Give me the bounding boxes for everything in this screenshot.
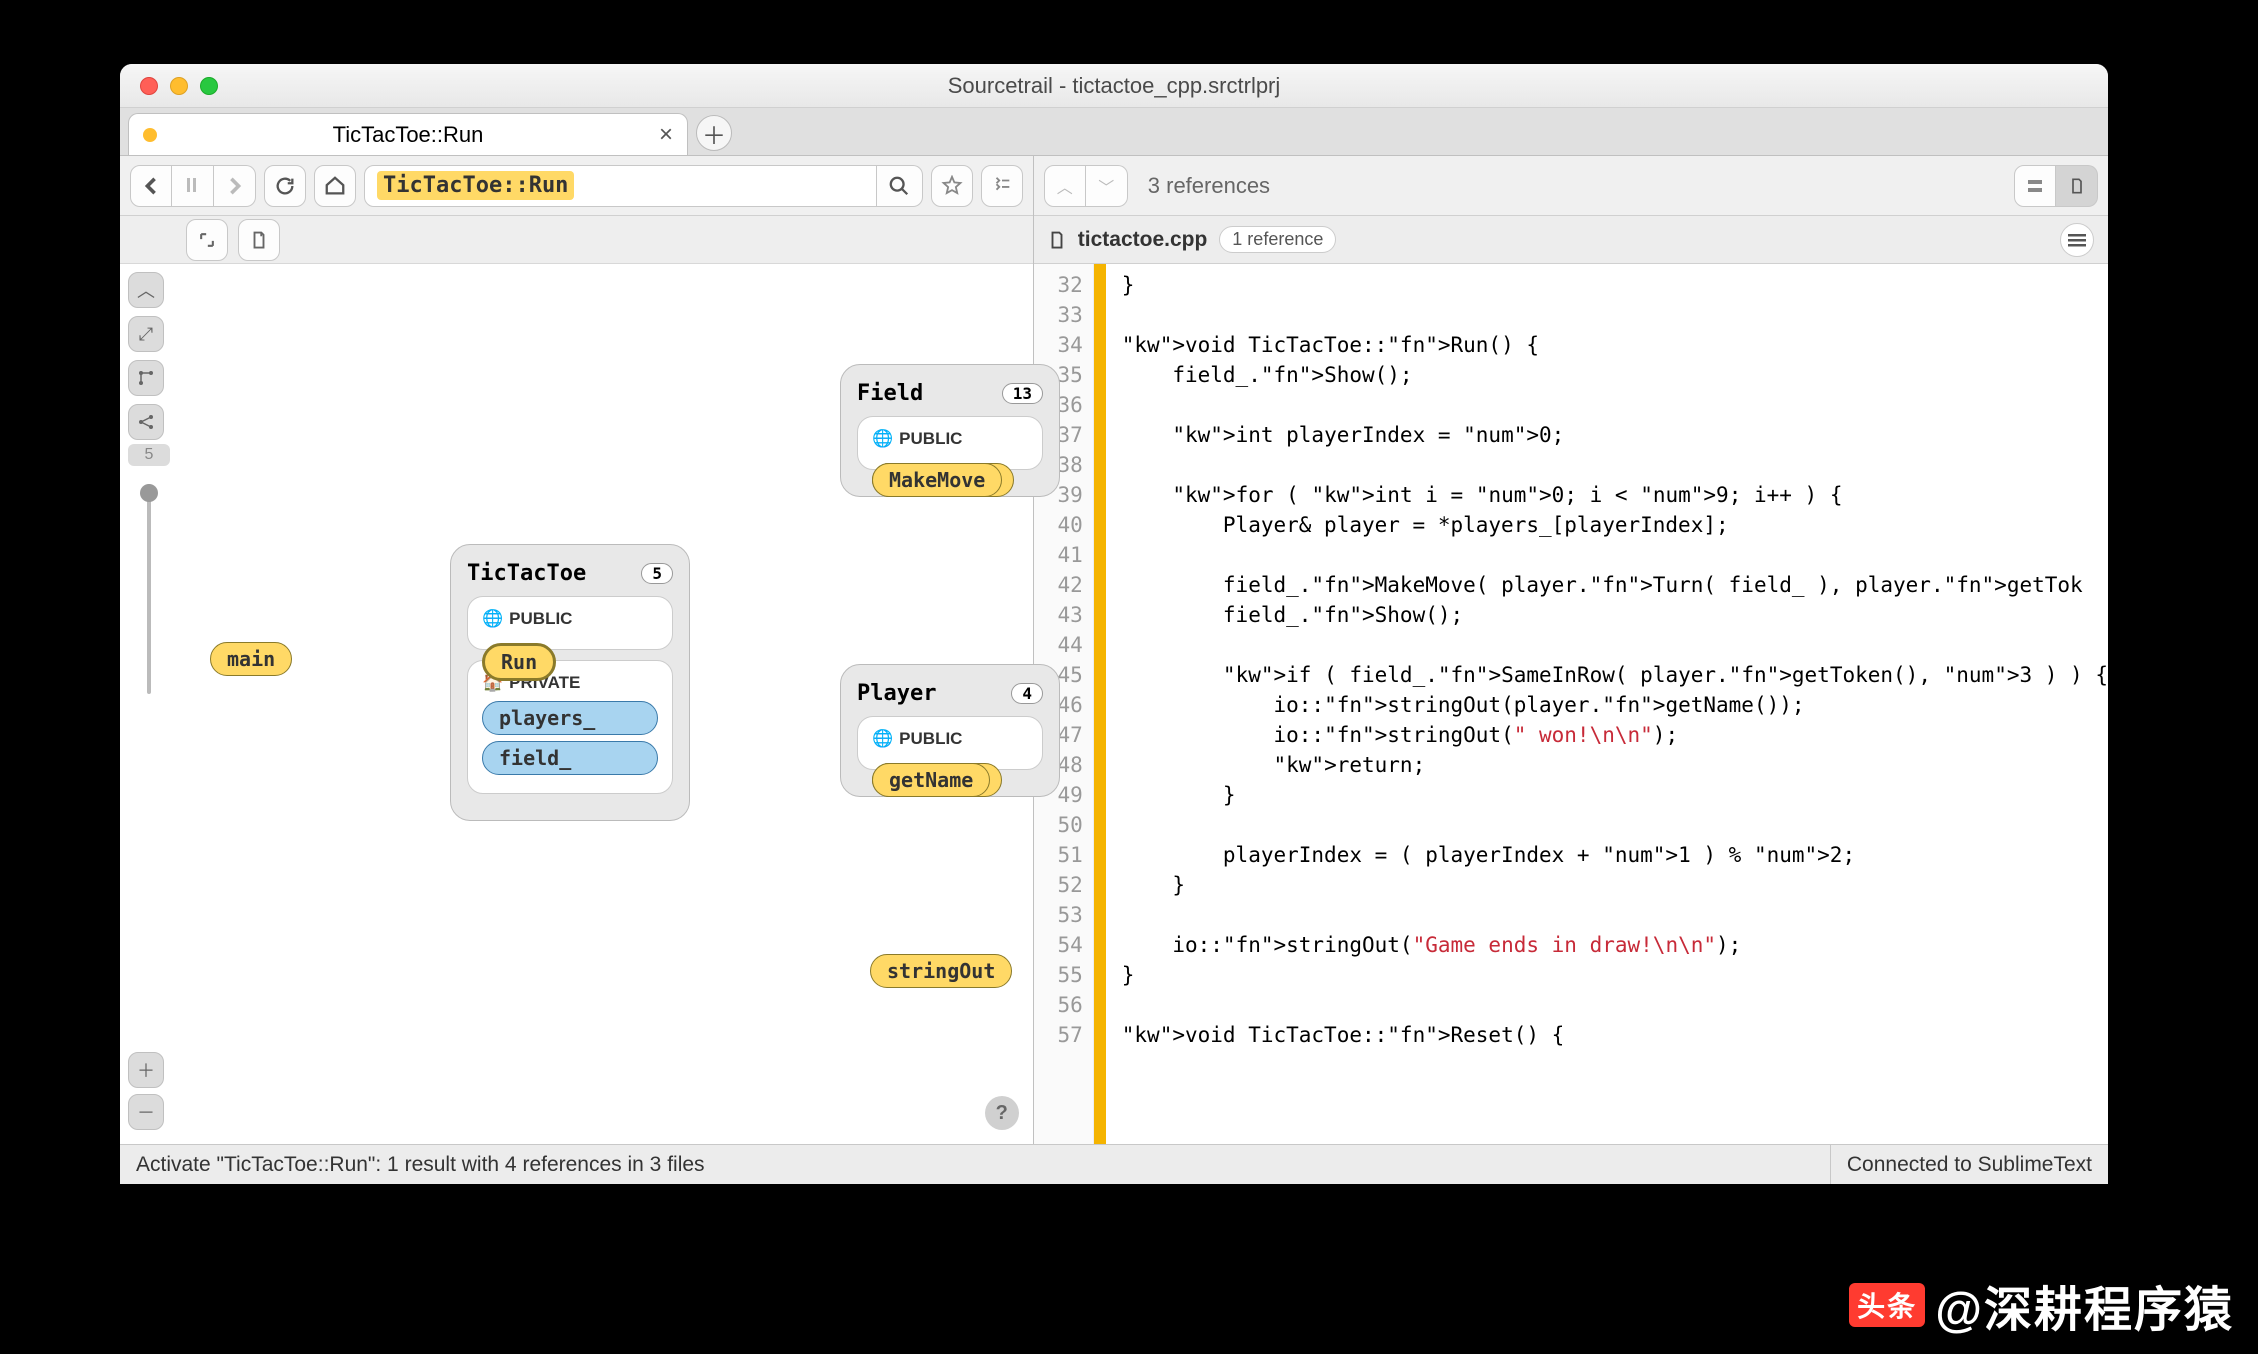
class-tictactoe[interactable]: TicTacToe5 🌐PUBLIC Run 🏠PRIVATE players_… bbox=[450, 544, 690, 821]
new-tab-button[interactable]: ＋ bbox=[696, 115, 732, 151]
ref-nav-group: ︿ ﹀ bbox=[1044, 165, 1128, 207]
member-field[interactable]: field_ bbox=[482, 741, 658, 775]
file-view-button[interactable] bbox=[2056, 165, 2098, 207]
layout-tool-2[interactable] bbox=[128, 360, 164, 396]
next-ref-button[interactable]: ﹀ bbox=[1086, 165, 1128, 207]
class-name: Field bbox=[857, 381, 923, 406]
member-players[interactable]: players_ bbox=[482, 701, 658, 735]
main-content: TicTacToe::Run ︿ ⤢ 5 bbox=[120, 156, 2108, 1144]
globe-icon: 🌐 bbox=[482, 609, 503, 629]
graph-canvas[interactable]: ︿ ⤢ 5 main TicTacToe 5 🌐PUBLIC Run bbox=[120, 264, 1033, 1144]
forward-button[interactable] bbox=[214, 165, 256, 207]
status-connection: Connected to SublimeText bbox=[1830, 1145, 2092, 1184]
layout-tool-3[interactable] bbox=[128, 404, 164, 440]
refs-summary: 3 references bbox=[1136, 173, 1270, 199]
file-name[interactable]: tictactoe.cpp bbox=[1078, 228, 1208, 252]
member-run[interactable]: Run bbox=[482, 643, 556, 681]
tab-label: TicTacToe::Run bbox=[171, 122, 645, 148]
zoom-slider[interactable] bbox=[147, 484, 151, 694]
nav-group bbox=[130, 165, 256, 207]
app-window: Sourcetrail - tictactoe_cpp.srctrlprj Ti… bbox=[120, 64, 2108, 1184]
file-icon bbox=[1048, 229, 1066, 251]
watermark-chip: 头条 bbox=[1849, 1283, 1925, 1327]
bookmarks-list-button[interactable] bbox=[981, 165, 1023, 207]
layout-tool-1[interactable]: ⤢ bbox=[128, 316, 164, 352]
graph-toolbar: TicTacToe::Run bbox=[120, 156, 1033, 216]
close-window-button[interactable] bbox=[140, 77, 158, 95]
watermark: 头条 @深耕程序猿 bbox=[1849, 1270, 2234, 1340]
zoom-controls: ＋ － bbox=[128, 1052, 164, 1130]
class-count: 4 bbox=[1011, 683, 1043, 704]
graph-side-tools: ︿ ⤢ 5 bbox=[128, 264, 170, 704]
traffic-lights bbox=[140, 77, 218, 95]
globe-icon: 🌐 bbox=[872, 729, 893, 749]
zoom-level: 5 bbox=[128, 444, 170, 466]
tab-status-dot-icon bbox=[143, 128, 157, 142]
highlight-column bbox=[1094, 264, 1106, 1144]
class-name: TicTacToe bbox=[467, 561, 586, 586]
class-player[interactable]: Player 4 🌐PUBLIC Turn getToken getName bbox=[840, 664, 1060, 797]
class-count: 13 bbox=[1002, 383, 1043, 404]
home-button[interactable] bbox=[314, 165, 356, 207]
graph-pane: TicTacToe::Run ︿ ⤢ 5 bbox=[120, 156, 1034, 1144]
graph-subtoolbar bbox=[120, 216, 1033, 264]
save-graph-button[interactable] bbox=[238, 219, 280, 261]
bookmark-button[interactable] bbox=[931, 165, 973, 207]
public-label: 🌐PUBLIC bbox=[872, 729, 1028, 749]
zoom-slider-thumb[interactable] bbox=[140, 484, 158, 502]
section-public: 🌐PUBLIC Turn getToken getName bbox=[857, 716, 1043, 770]
snippet-view-button[interactable] bbox=[2014, 165, 2056, 207]
file-ref-count: 1 reference bbox=[1219, 226, 1336, 253]
minimize-window-button[interactable] bbox=[170, 77, 188, 95]
tab-bar: TicTacToe::Run × ＋ bbox=[120, 108, 2108, 156]
member-getname[interactable]: getName bbox=[872, 763, 990, 797]
code-lines[interactable]: } "kw">void TicTacToe::"fn">Run() { fiel… bbox=[1108, 264, 2108, 1144]
status-message: Activate "TicTacToe::Run": 1 result with… bbox=[136, 1153, 705, 1177]
watermark-text: @深耕程序猿 bbox=[1935, 1270, 2234, 1340]
file-menu-button[interactable] bbox=[2060, 223, 2094, 257]
view-mode-group bbox=[2014, 165, 2098, 207]
class-count: 5 bbox=[641, 563, 673, 584]
history-button[interactable] bbox=[172, 165, 214, 207]
search-input[interactable]: TicTacToe::Run bbox=[364, 165, 877, 207]
window-title: Sourcetrail - tictactoe_cpp.srctrlprj bbox=[120, 73, 2108, 99]
class-name: Player bbox=[857, 681, 936, 706]
back-button[interactable] bbox=[130, 165, 172, 207]
tab-tictactoe-run[interactable]: TicTacToe::Run × bbox=[128, 113, 688, 155]
titlebar: Sourcetrail - tictactoe_cpp.srctrlprj bbox=[120, 64, 2108, 108]
status-bar: Activate "TicTacToe::Run": 1 result with… bbox=[120, 1144, 2108, 1184]
tab-close-button[interactable]: × bbox=[659, 121, 673, 149]
zoom-window-button[interactable] bbox=[200, 77, 218, 95]
globe-icon: 🌐 bbox=[872, 429, 893, 449]
member-makemove[interactable]: MakeMove bbox=[872, 463, 1002, 497]
code-pane: ︿ ﹀ 3 references tictactoe.cpp 1 referen… bbox=[1034, 156, 2108, 1144]
section-public: 🌐PUBLIC Run bbox=[467, 596, 673, 650]
node-main[interactable]: main bbox=[210, 642, 292, 676]
zoom-out-button[interactable]: － bbox=[128, 1094, 164, 1130]
code-area[interactable]: 3233343536373839404142434445464748495051… bbox=[1034, 264, 2108, 1144]
expand-button[interactable] bbox=[186, 219, 228, 261]
public-label: 🌐PUBLIC bbox=[872, 429, 1028, 449]
node-stringout[interactable]: stringOut bbox=[870, 954, 1012, 988]
help-button[interactable]: ? bbox=[985, 1096, 1019, 1130]
code-toolbar: ︿ ﹀ 3 references bbox=[1034, 156, 2108, 216]
zoom-in-button[interactable]: ＋ bbox=[128, 1052, 164, 1088]
class-field[interactable]: Field 13 🌐PUBLIC Show SameInRow MakeMove bbox=[840, 364, 1060, 497]
refresh-button[interactable] bbox=[264, 165, 306, 207]
prev-ref-button[interactable]: ︿ bbox=[1044, 165, 1086, 207]
search-wrap: TicTacToe::Run bbox=[364, 165, 923, 207]
section-public: 🌐PUBLIC Show SameInRow MakeMove bbox=[857, 416, 1043, 470]
public-label: 🌐PUBLIC bbox=[482, 609, 658, 629]
search-value: TicTacToe::Run bbox=[377, 171, 574, 200]
search-button[interactable] bbox=[877, 165, 923, 207]
code-file-header: tictactoe.cpp 1 reference bbox=[1034, 216, 2108, 264]
nav-up-button[interactable]: ︿ bbox=[128, 272, 164, 308]
